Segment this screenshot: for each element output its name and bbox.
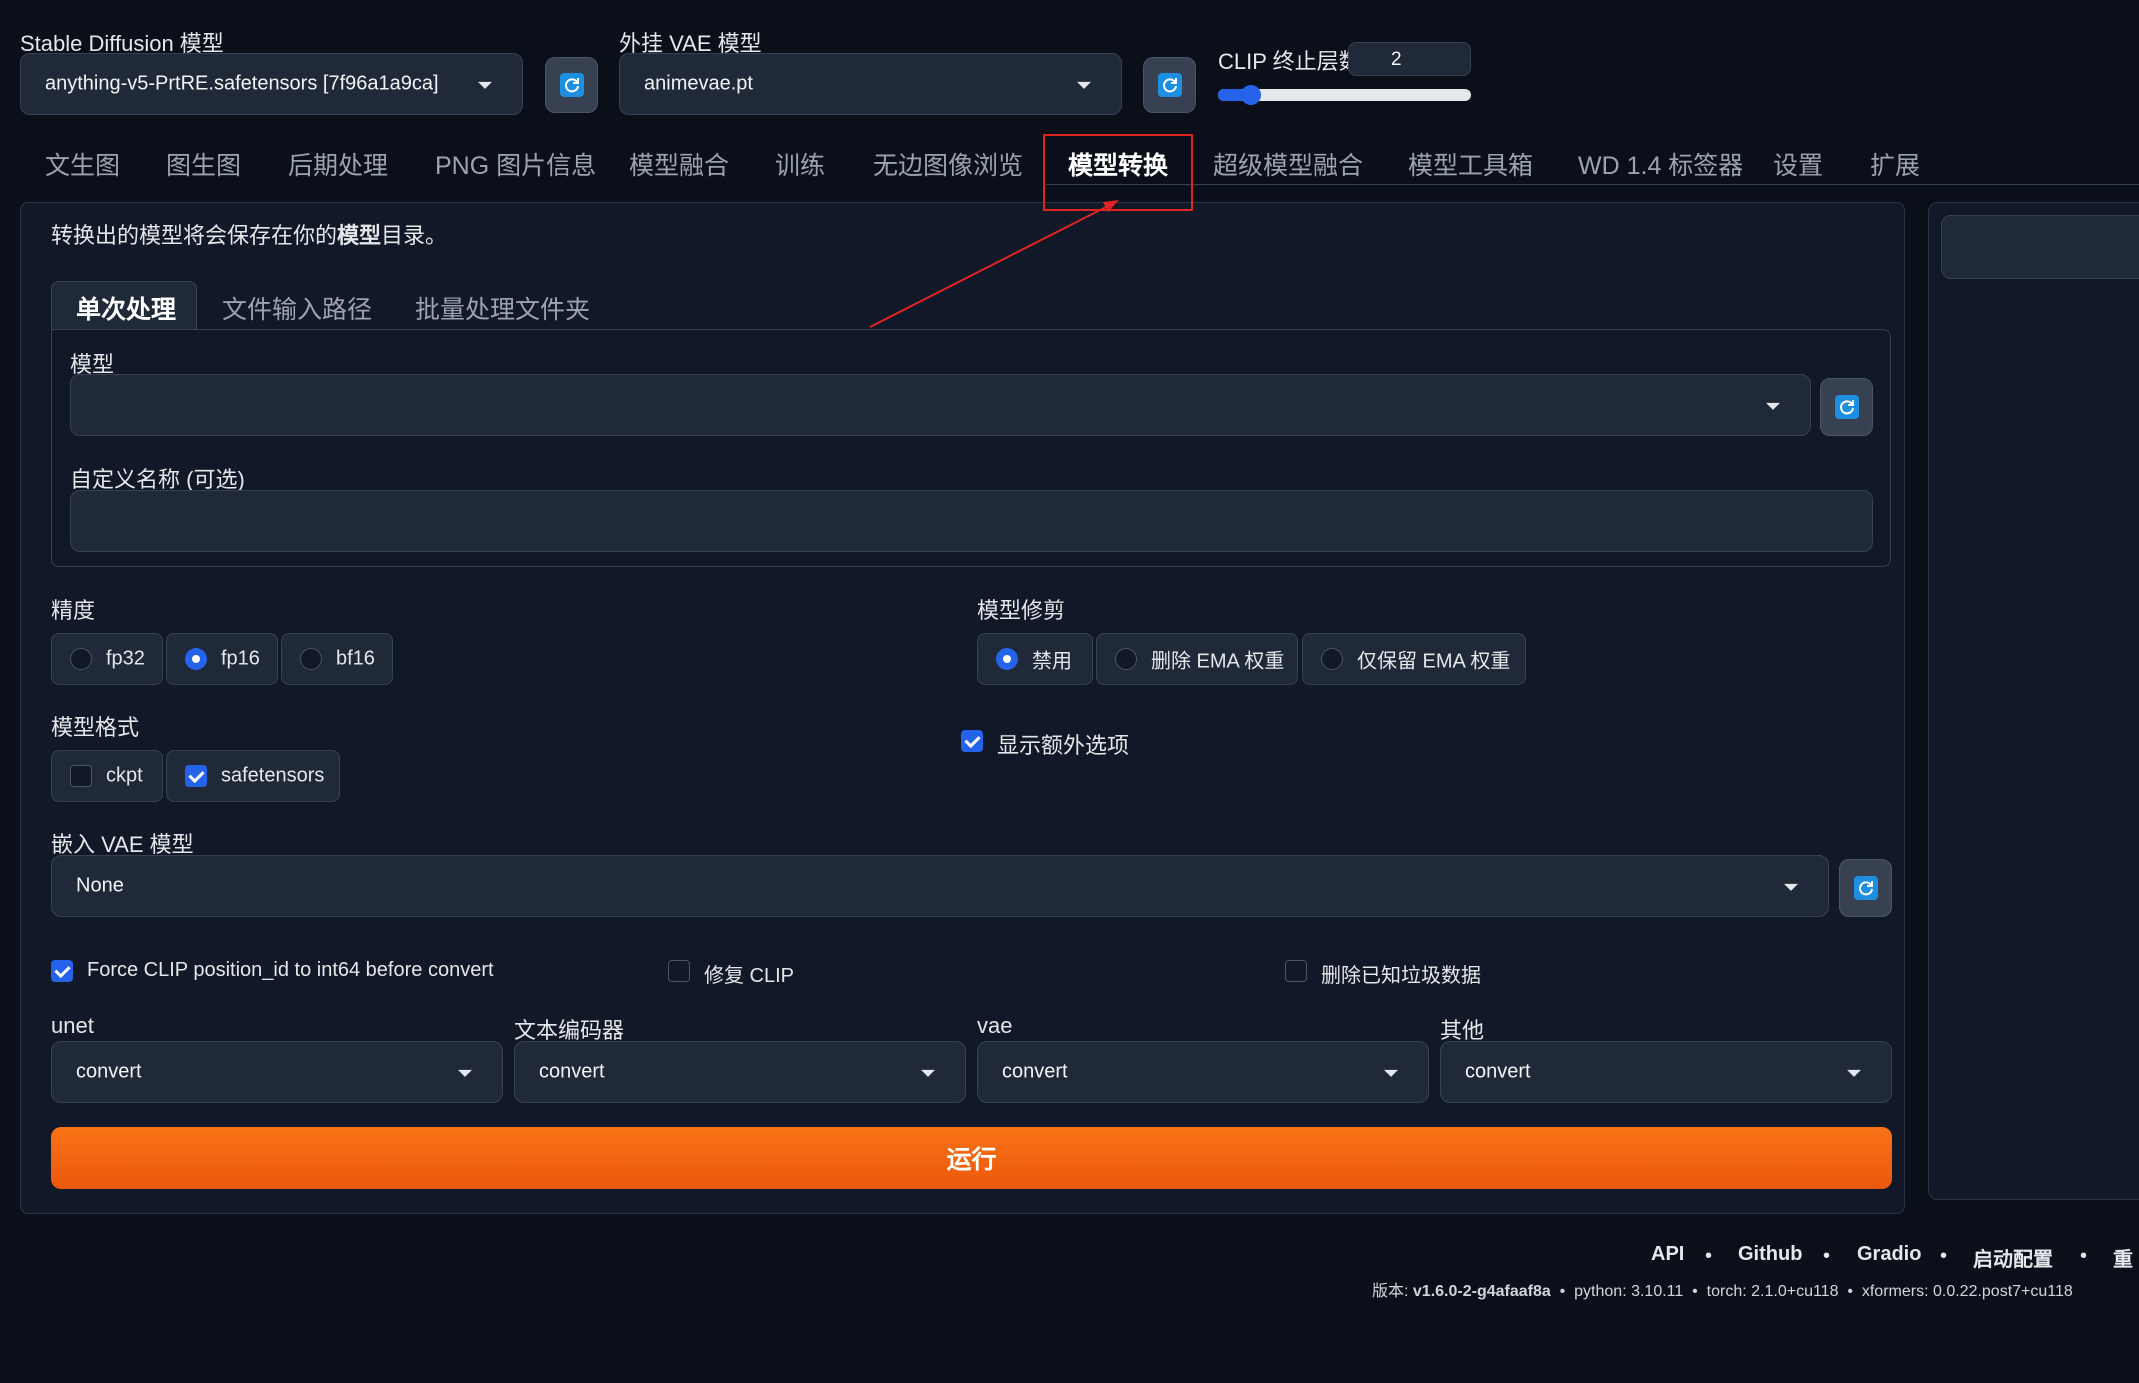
footer-separator: •: [2080, 1245, 2088, 1267]
version-value: v1.6.0-2-g4afaaf8a: [1412, 1283, 1551, 1300]
footer-separator: •: [1705, 1245, 1713, 1267]
annotation-arrow: [869, 200, 1119, 328]
python-version: python: 3.10.11: [1574, 1283, 1684, 1300]
footer-version-info: 版本: v1.6.0-2-g4afaaf8a • python: 3.10.11…: [1372, 1283, 2073, 1300]
footer-link-github[interactable]: Github: [1738, 1243, 1802, 1266]
footer-separator: •: [1823, 1245, 1831, 1267]
footer-link-gradio[interactable]: Gradio: [1857, 1243, 1921, 1266]
footer-separator: •: [1940, 1245, 1948, 1267]
version-prefix: 版本:: [1372, 1283, 1413, 1300]
footer-link-startup-profile[interactable]: 启动配置: [1973, 1243, 2053, 1272]
xformers-version: xformers: 0.0.22.post7+cu118: [1861, 1283, 2073, 1300]
footer-link-api[interactable]: API: [1651, 1243, 1684, 1266]
torch-version: torch: 2.1.0+cu118: [1706, 1283, 1839, 1300]
footer-link-reload[interactable]: 重: [2113, 1243, 2133, 1272]
